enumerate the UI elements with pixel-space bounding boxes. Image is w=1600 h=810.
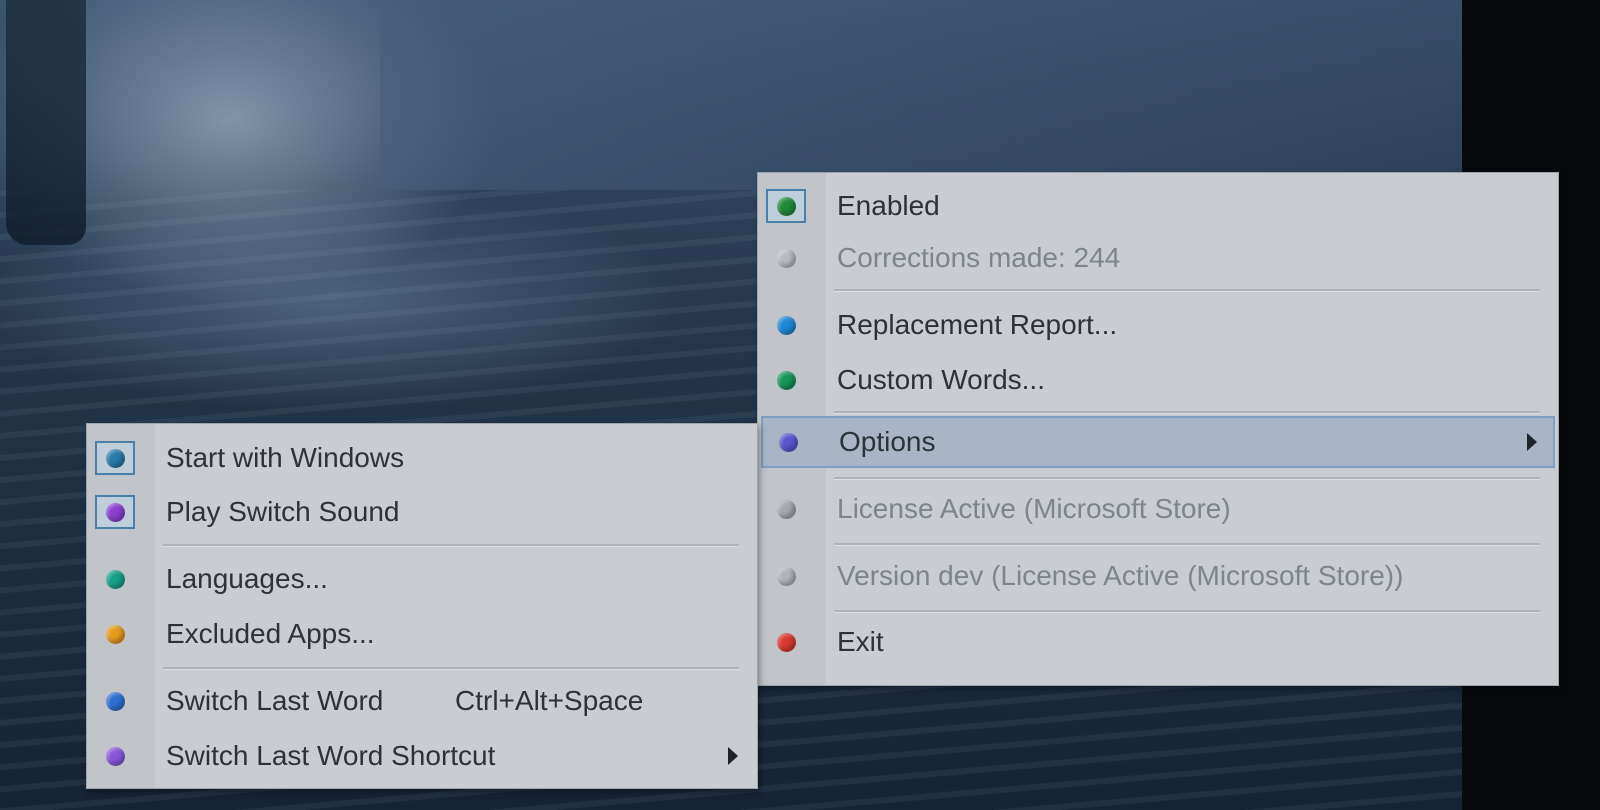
- red-dot-icon: [776, 632, 796, 652]
- tray-context-menu: Enabled Corrections made: 244 Replacemen…: [757, 172, 1559, 686]
- menu-item-label: Languages...: [166, 563, 328, 594]
- menu-item-replacement-report[interactable]: Replacement Report...: [761, 299, 1555, 351]
- blue-dot-icon: [105, 691, 125, 711]
- menu-item-label: Play Switch Sound: [166, 496, 400, 527]
- options-submenu: Start with Windows Play Switch Sound Lan…: [86, 423, 758, 789]
- blue-dot-icon: [776, 315, 796, 335]
- menu-separator: [834, 411, 1540, 414]
- green-dot-icon: [776, 196, 796, 216]
- menu-item-label: Version dev (License Active (Microsoft S…: [837, 560, 1404, 591]
- menu-separator: [834, 610, 1540, 613]
- menu-item-label: License Active (Microsoft Store): [837, 493, 1231, 524]
- menu-item-label: Enabled: [837, 190, 940, 221]
- green-dot-icon: [776, 370, 796, 390]
- menu-item-options[interactable]: Options: [761, 416, 1555, 468]
- gray-dot-icon: [776, 499, 796, 519]
- teal-dot-icon: [105, 569, 125, 589]
- menu-item-corrections-count: Corrections made: 244: [761, 232, 1555, 284]
- menu-item-label: Excluded Apps...: [166, 618, 375, 649]
- orange-dot-icon: [105, 624, 125, 644]
- menu-item-start-with-windows[interactable]: Start with Windows: [90, 432, 754, 484]
- menu-item-license-status: License Active (Microsoft Store): [761, 483, 1555, 535]
- gray-dot-icon: [776, 248, 796, 268]
- checked-box: [95, 441, 135, 475]
- purple-dot-icon: [105, 746, 125, 766]
- violet-dot-icon: [778, 432, 798, 452]
- menu-item-label: Exit: [837, 626, 884, 657]
- menu-separator: [834, 289, 1540, 292]
- menu-separator: [834, 543, 1540, 546]
- menu-item-excluded-apps[interactable]: Excluded Apps...: [90, 608, 754, 660]
- submenu-arrow-icon: [728, 747, 738, 765]
- purple-dot-icon: [105, 502, 125, 522]
- menu-item-shortcut: Ctrl+Alt+Space: [455, 685, 644, 716]
- menu-item-version: Version dev (License Active (Microsoft S…: [761, 550, 1555, 602]
- menu-item-enabled[interactable]: Enabled: [761, 180, 1555, 232]
- gray-dot-icon: [776, 566, 796, 586]
- checked-box: [95, 495, 135, 529]
- menu-item-label: Switch Last Word: [166, 685, 384, 716]
- menu-item-label: Corrections made: 244: [837, 242, 1121, 273]
- checked-box: [766, 189, 806, 223]
- wallpaper-figure: [6, 0, 86, 245]
- menu-item-play-switch-sound[interactable]: Play Switch Sound: [90, 486, 754, 538]
- menu-item-exit[interactable]: Exit: [761, 616, 1555, 668]
- menu-item-custom-words[interactable]: Custom Words...: [761, 354, 1555, 406]
- menu-item-label: Replacement Report...: [837, 309, 1118, 340]
- menu-item-switch-last-word[interactable]: Switch Last Word Ctrl+Alt+Space: [90, 675, 754, 727]
- submenu-arrow-icon: [1527, 433, 1537, 451]
- menu-item-label: Options: [839, 426, 936, 457]
- menu-item-label: Custom Words...: [837, 364, 1045, 395]
- menu-item-label: Start with Windows: [166, 442, 405, 473]
- teal-blue-dot-icon: [105, 448, 125, 468]
- menu-separator: [834, 477, 1540, 480]
- menu-separator: [163, 667, 739, 670]
- wallpaper-wall: [380, 0, 1462, 190]
- menu-item-languages[interactable]: Languages...: [90, 553, 754, 605]
- menu-separator: [163, 544, 739, 547]
- menu-item-switch-last-word-shortcut[interactable]: Switch Last Word Shortcut: [90, 730, 754, 782]
- menu-item-label: Switch Last Word Shortcut: [166, 740, 496, 771]
